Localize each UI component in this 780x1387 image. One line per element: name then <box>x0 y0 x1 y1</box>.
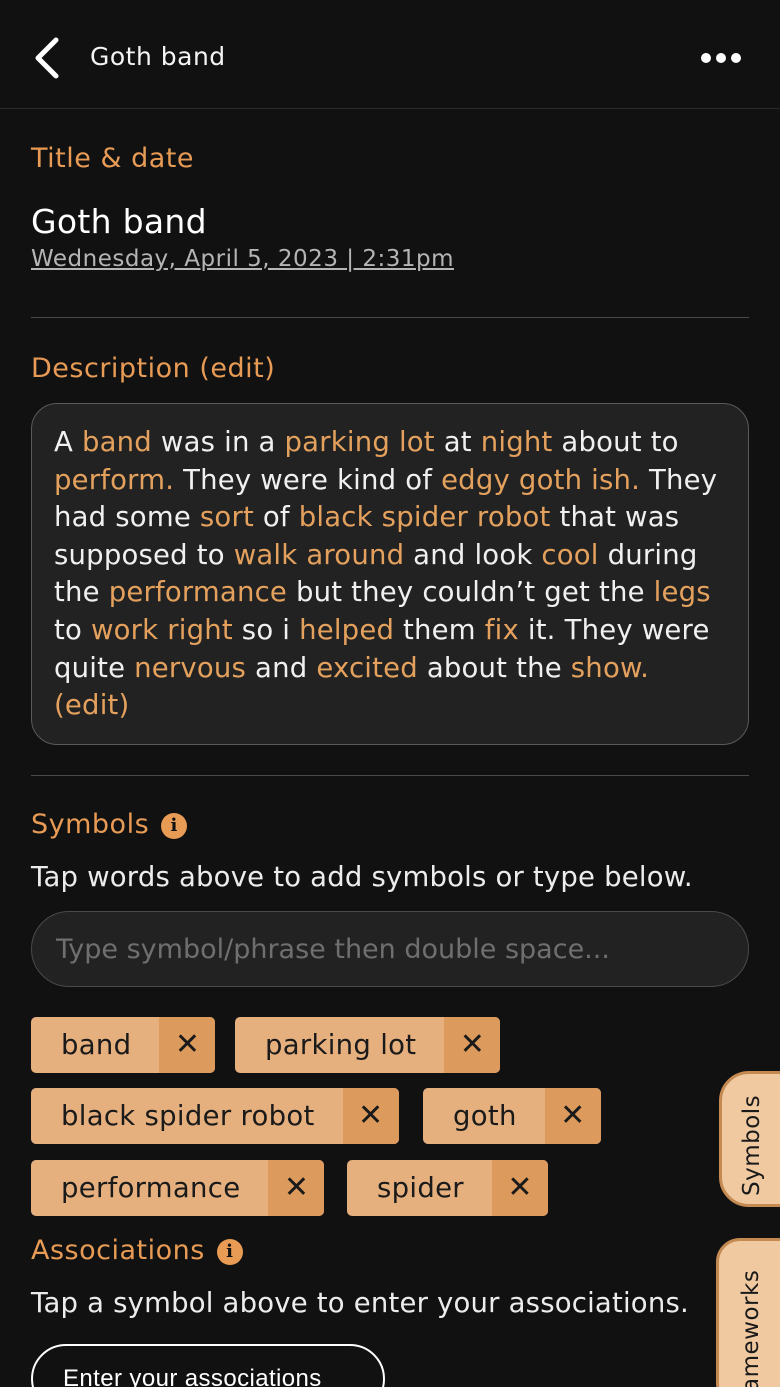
symbol-chip: band ✕ <box>31 1017 216 1073</box>
description-text-segment: them <box>394 613 485 646</box>
entry-date-link[interactable]: Wednesday, April 5, 2023 | 2:31pm <box>31 246 454 272</box>
info-icon[interactable]: i <box>216 1239 243 1265</box>
remove-chip-icon[interactable]: ✕ <box>342 1088 399 1144</box>
associations-help-text: Tap a symbol above to enter your associa… <box>31 1287 689 1319</box>
symbols-label: Symbols <box>31 809 150 840</box>
title-date-label: Title & date <box>31 143 194 174</box>
description-text: A band was in a parking lot at night abo… <box>54 424 726 725</box>
description-text-segment: so i <box>232 613 300 646</box>
description-symbol-word[interactable]: excited <box>316 652 418 684</box>
description-symbol-word[interactable]: black spider robot <box>299 501 551 533</box>
symbol-chip: performance ✕ <box>31 1160 325 1216</box>
description-symbol-word[interactable]: cool <box>541 539 598 571</box>
divider <box>31 317 749 318</box>
description-symbol-word[interactable]: fix <box>485 614 519 646</box>
chip-label[interactable]: parking lot <box>235 1017 444 1073</box>
description-text-segment: about to <box>552 426 679 458</box>
description-symbol-word[interactable]: walk around <box>234 539 405 571</box>
description-symbol-word[interactable]: helped <box>299 614 394 646</box>
page-title: Goth band <box>90 42 226 71</box>
associations-header: Associations i <box>31 1235 243 1266</box>
description-text-segment: and <box>246 651 317 684</box>
enter-associations-button[interactable]: Enter your associations <box>31 1344 385 1387</box>
entry-title: Goth band <box>31 202 207 241</box>
top-bar: Goth band <box>0 0 780 109</box>
description-symbol-word[interactable]: show. <box>571 652 649 684</box>
description-text-segment: A <box>54 426 82 458</box>
description-symbol-word[interactable]: legs <box>654 576 711 608</box>
description-text-segment: They were kind of <box>174 463 442 496</box>
description-symbol-word[interactable]: nervous <box>134 652 246 684</box>
symbol-chip: goth ✕ <box>423 1088 601 1144</box>
remove-chip-icon[interactable]: ✕ <box>444 1017 501 1073</box>
chip-label[interactable]: band <box>31 1017 159 1073</box>
description-text-segment: about the <box>417 651 571 684</box>
more-options-icon[interactable] <box>696 43 746 73</box>
description-symbol-word[interactable]: (edit) <box>54 689 129 721</box>
symbols-side-tab[interactable]: Symbols <box>719 1071 780 1207</box>
description-text-segment: and look <box>404 538 542 571</box>
description-text-segment: of <box>253 501 299 534</box>
chip-label[interactable]: goth <box>423 1088 545 1144</box>
description-symbol-word[interactable]: band <box>82 426 152 458</box>
back-button[interactable] <box>30 36 66 80</box>
symbols-help-text: Tap words above to add symbols or type b… <box>31 861 693 893</box>
symbol-chip: spider ✕ <box>347 1160 548 1216</box>
description-text-segment: was in a <box>151 426 285 458</box>
remove-chip-icon[interactable]: ✕ <box>268 1160 325 1216</box>
description-label[interactable]: Description (edit) <box>31 353 275 384</box>
chevron-left-icon <box>35 37 59 79</box>
description-symbol-word[interactable]: performance <box>109 576 287 608</box>
symbol-chip: parking lot ✕ <box>235 1017 501 1073</box>
divider <box>31 775 749 776</box>
chip-label[interactable]: black spider robot <box>31 1088 343 1144</box>
description-symbol-word[interactable]: perform. <box>54 464 174 496</box>
remove-chip-icon[interactable]: ✕ <box>544 1088 601 1144</box>
description-box: A band was in a parking lot at night abo… <box>31 403 749 745</box>
description-text-segment: to <box>54 613 91 646</box>
description-text-segment: at <box>434 426 481 458</box>
symbol-input[interactable] <box>31 911 749 987</box>
side-tab-label: Frameworks <box>738 1269 764 1387</box>
remove-chip-icon[interactable]: ✕ <box>491 1160 548 1216</box>
chip-label[interactable]: performance <box>31 1160 268 1216</box>
description-symbol-word[interactable]: work right <box>91 614 233 646</box>
description-symbol-word[interactable]: edgy goth ish. <box>441 464 640 496</box>
side-tab-label: Symbols <box>739 1094 765 1196</box>
frameworks-side-tab[interactable]: Frameworks <box>716 1238 780 1387</box>
info-icon[interactable]: i <box>161 813 188 839</box>
remove-chip-icon[interactable]: ✕ <box>159 1017 216 1073</box>
chip-label[interactable]: spider <box>347 1160 492 1216</box>
symbols-header: Symbols i <box>31 809 188 840</box>
description-symbol-word[interactable]: parking lot <box>285 426 435 458</box>
associations-label: Associations <box>31 1235 205 1266</box>
description-symbol-word[interactable]: night <box>481 426 553 458</box>
description-symbol-word[interactable]: sort <box>200 501 254 533</box>
description-text-segment: but they couldn’t get the <box>287 576 654 609</box>
symbol-chip: black spider robot ✕ <box>31 1088 399 1144</box>
